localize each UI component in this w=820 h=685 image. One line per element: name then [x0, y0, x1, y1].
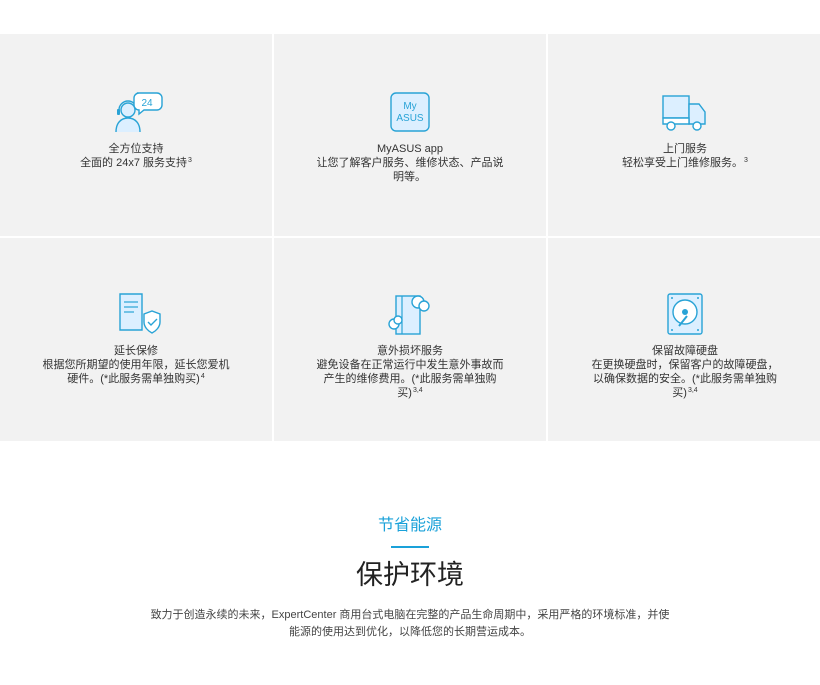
feature-desc: 根据您所期望的使用年限，延长您爱机硬件。(*此服务需单独购买)4 — [42, 359, 230, 385]
eco-divider — [391, 546, 429, 548]
feature-title: MyASUS app — [376, 143, 444, 155]
feature-title: 延长保修 — [114, 345, 158, 357]
feature-desc: 轻松享受上门维修服务。3 — [622, 157, 748, 169]
svg-text:My: My — [403, 101, 416, 112]
myasus-app-icon: My ASUS — [382, 90, 438, 134]
support-badge-text: 24 — [141, 98, 153, 109]
feature-desc: 在更换硬盘时，保留客户的故障硬盘，以确保数据的安全。(*此服务需单独购买)3,4 — [591, 359, 779, 399]
warranty-document-icon — [108, 292, 164, 336]
hard-drive-icon — [657, 292, 713, 336]
delivery-truck-icon — [657, 90, 713, 134]
eco-section: 节省能源 保护环境 致力于创造永续的未来，ExpertCenter 商用台式电脑… — [0, 516, 820, 641]
feature-card-accidental: 意外损坏服务 避免设备在正常运行中发生意外事故而产生的维修费用。(*此服务需单独… — [274, 238, 546, 441]
eco-body: 致力于创造永续的未来，ExpertCenter 商用台式电脑在完整的产品生命周期… — [150, 609, 670, 638]
feature-card-onsite: 上门服务 轻松享受上门维修服务。3 — [548, 34, 820, 236]
feature-title: 保留故障硬盘 — [652, 345, 718, 357]
feature-title: 上门服务 — [663, 143, 707, 155]
feature-desc: 让您了解客户服务、维修状态、产品说明等。 — [316, 157, 504, 183]
eco-kicker: 节省能源 — [377, 517, 442, 534]
feature-title: 全方位支持 — [108, 143, 164, 155]
feature-card-myasus: My ASUS MyASUS app 让您了解客户服务、维修状态、产品说明等。 — [274, 34, 546, 236]
feature-card-support: 24 全方位支持 全面的 24x7 服务支持3 — [0, 34, 272, 236]
service-features-grid: 24 全方位支持 全面的 24x7 服务支持3 My ASUS MyASUS a… — [0, 34, 820, 441]
svg-text:ASUS: ASUS — [396, 113, 424, 124]
accidental-damage-icon — [382, 292, 438, 336]
feature-card-warranty: 延长保修 根据您所期望的使用年限，延长您爱机硬件。(*此服务需单独购买)4 — [0, 238, 272, 441]
support-headset-icon: 24 — [108, 90, 164, 134]
feature-card-harddrive: 保留故障硬盘 在更换硬盘时，保留客户的故障硬盘，以确保数据的安全。(*此服务需单… — [548, 238, 820, 441]
feature-desc: 避免设备在正常运行中发生意外事故而产生的维修费用。(*此服务需单独购买)3,4 — [316, 359, 504, 399]
eco-heading: 保护环境 — [356, 560, 464, 590]
feature-title: 意外损坏服务 — [377, 345, 443, 357]
feature-desc: 全面的 24x7 服务支持3 — [80, 157, 192, 169]
